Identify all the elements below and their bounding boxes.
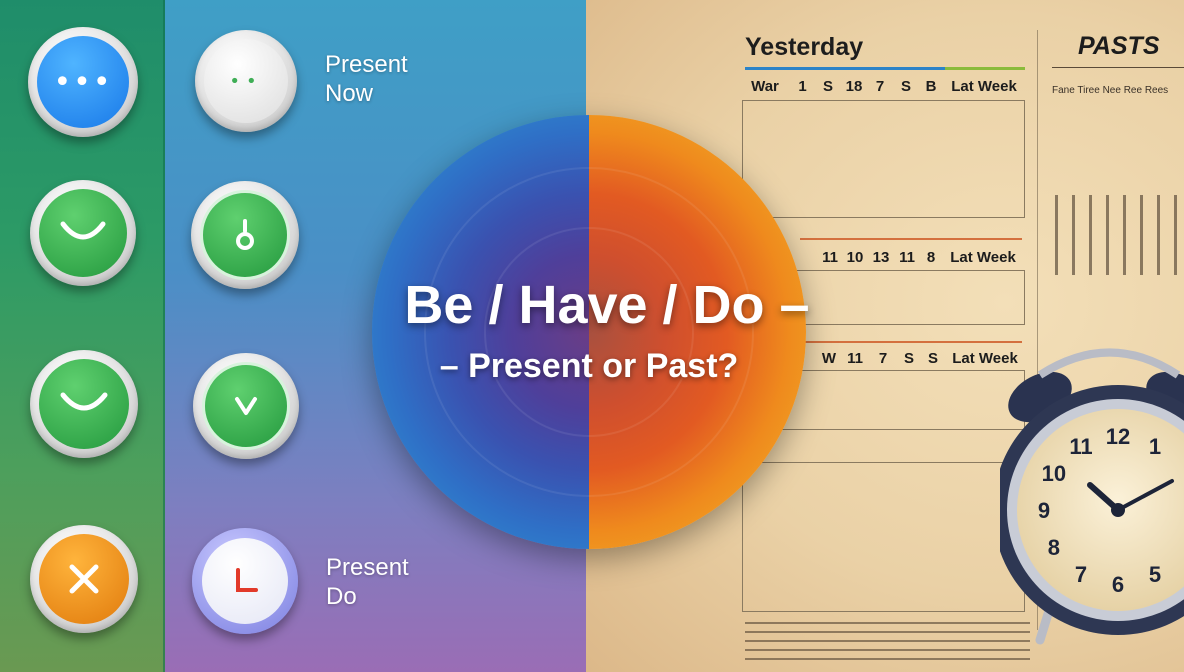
hdr-cell: S [822,78,833,95]
close-icon [39,534,129,624]
more-button[interactable]: ••• [28,27,138,137]
dots-icon: •• [204,39,288,123]
hdr-cell: War [751,78,779,95]
calendar-title-rule [745,67,945,70]
main-title: Be / Have / Do – [404,275,810,335]
hdr-cell: S [903,350,914,367]
close-button[interactable] [30,525,138,633]
hdr-cell: S [900,78,911,95]
check-button[interactable] [193,353,299,459]
label-present-now-line1: Present [325,51,408,78]
label-present-do-line2: Do [326,583,357,610]
hdr-cell: 11 [847,350,863,367]
fine-print [745,622,1030,666]
sheet-header: Fane Tiree Nee Ree Rees [1052,85,1169,96]
calendar-rule-2 [800,238,1022,240]
clock-icon [202,538,288,624]
power-icon [200,190,290,280]
hdr-cell: 10 [846,249,864,266]
smile-button-1[interactable] [30,180,136,286]
hdr-cell: Lat Week [951,78,1017,95]
sheet-title-rule [1052,67,1184,68]
hdr-cell: 11 [899,249,915,266]
label-present-do-line1: Present [326,554,409,581]
calendar-header-row-1: War 1 S 18 7 S B Lat Week [740,78,1025,95]
sheet-numbers [1055,195,1180,275]
hdr-cell: S [927,350,938,367]
label-present-now-line2: Now [325,80,374,107]
clock-hands-icon [1087,479,1174,517]
calendar-rule-3 [800,341,1022,343]
hdr-cell: 7 [878,350,888,367]
hdr-cell: B [925,78,937,95]
clock-button[interactable] [192,528,298,634]
calendar-title-rule-green [945,67,1025,70]
sheet-title: PASTS [1078,32,1160,60]
smile-button-2[interactable] [30,350,138,458]
dots-button[interactable]: •• [195,30,297,132]
check-icon [202,362,290,450]
hdr-cell: 13 [872,249,890,266]
calendar-header-row-3: W 11 7 S S Lat Week [818,350,1026,367]
main-subtitle: – Present or Past? [439,347,739,385]
hdr-cell: 8 [926,249,936,266]
hdr-cell: Lat Week [950,249,1016,266]
calendar-title: Yesterday [745,33,864,61]
calendar-header-row-2: 11 10 13 11 8 Lat Week [818,249,1024,266]
hdr-cell: 7 [875,78,885,95]
hdr-cell: 1 [798,78,807,95]
label-present-now: Present Now [325,50,408,108]
hdr-cell: W [821,350,837,367]
hdr-cell: 11 [822,249,838,266]
smile-icon [39,189,127,277]
power-button[interactable] [191,181,299,289]
label-present-do: Present Do [326,553,409,611]
smile-icon [39,359,129,449]
hdr-cell: 18 [845,78,863,95]
more-dots-icon: ••• [37,36,129,128]
